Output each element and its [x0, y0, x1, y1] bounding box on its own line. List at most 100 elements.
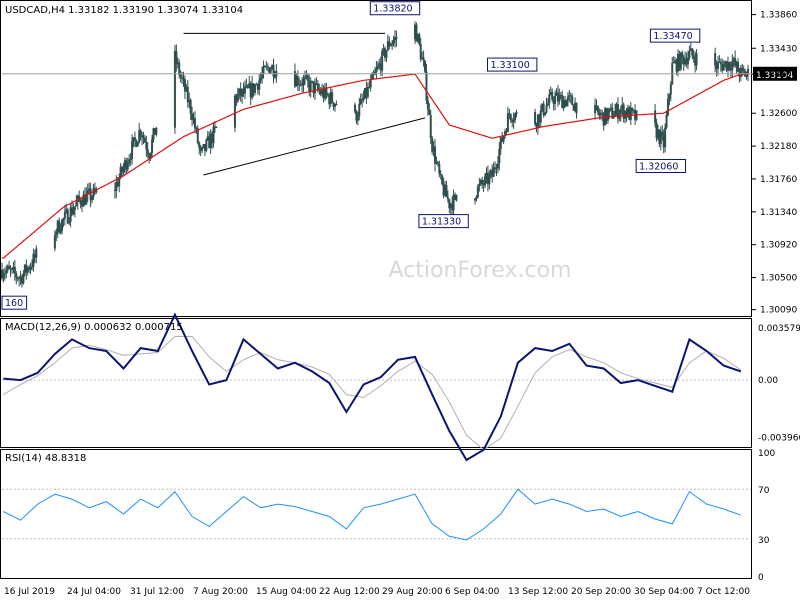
chart-canvas: ActionForex.com 1.33820 1.31330 1.33100 1.3…	[0, 0, 800, 597]
candle-body	[428, 109, 431, 115]
candle-body	[475, 196, 478, 199]
rsi-tick-label: 30	[758, 536, 770, 546]
candle-body	[79, 199, 82, 205]
candle-body	[534, 111, 537, 125]
candle	[205, 138, 208, 153]
candle-body	[131, 141, 134, 160]
candle-body	[2, 274, 5, 279]
candle-body	[672, 62, 675, 64]
price-tick-label: 1.30090	[760, 306, 797, 316]
candle-body	[668, 94, 671, 99]
candle-body	[731, 61, 734, 71]
candle-body	[205, 139, 208, 151]
candle-body	[179, 74, 182, 77]
price-tick-label: 1.30920	[760, 241, 797, 251]
candle-body	[422, 57, 425, 61]
rsi-pane	[0, 449, 752, 579]
candle-body	[243, 86, 246, 94]
candle-body	[688, 50, 691, 58]
candle-body	[178, 62, 181, 75]
candle-body	[496, 163, 499, 169]
candle-body	[136, 142, 139, 147]
candle-body	[669, 84, 672, 95]
candle-body	[68, 221, 71, 224]
price-annotation-label: 1.32060	[639, 161, 678, 172]
candle-body	[258, 80, 261, 90]
candle-body	[446, 197, 449, 200]
candle-body	[261, 74, 264, 78]
candle-body	[391, 43, 394, 46]
candle-body	[151, 139, 154, 153]
candle-body	[145, 142, 148, 150]
candle-body	[666, 98, 669, 115]
candle-body	[296, 76, 299, 85]
candle	[424, 60, 427, 73]
macd-tick-label: 0.00	[758, 376, 778, 386]
chart-root: ActionForex.com 1.33820 1.31330 1.33100 1.3…	[0, 0, 800, 600]
candle-body	[614, 110, 617, 117]
candle-body	[215, 127, 218, 129]
price-annotation: 160	[1, 295, 28, 310]
candle-body	[22, 273, 25, 284]
candle-body	[381, 50, 384, 71]
watermark: ActionForex.com	[389, 258, 572, 283]
x-tick-label: 24 Jul 04:00	[67, 587, 121, 597]
candle-body	[686, 57, 689, 65]
price-tick-label: 1.32600	[760, 109, 797, 119]
candle-body	[498, 148, 501, 164]
candle-body	[146, 149, 149, 155]
candle-body	[15, 273, 18, 278]
candle	[66, 207, 69, 224]
candle-body	[476, 186, 479, 197]
candle-body	[143, 138, 146, 143]
candle-body	[262, 66, 265, 75]
candle-body	[714, 53, 717, 66]
candle-body	[512, 119, 515, 122]
candle-body	[331, 92, 334, 103]
candle-body	[313, 83, 316, 94]
candle-body	[478, 183, 481, 187]
candle-body	[439, 173, 442, 176]
candle-body	[481, 180, 484, 185]
candle-body	[61, 219, 64, 231]
candle-body	[72, 210, 75, 215]
candle-body	[596, 106, 599, 113]
price-tick-label: 1.31760	[760, 175, 797, 185]
candle-body	[419, 43, 422, 60]
x-tick-label: 6 Sep 04:00	[445, 587, 500, 597]
candle-body	[11, 268, 14, 270]
candle-body	[691, 48, 694, 56]
candle-body	[8, 266, 11, 269]
price-tick-label: 1.33100	[760, 70, 797, 80]
candle-body	[509, 114, 512, 120]
candle-body	[376, 65, 379, 69]
candle-body	[455, 194, 458, 201]
x-tick-label: 13 Sep 12:00	[508, 587, 568, 597]
candle-body	[565, 100, 568, 107]
candle-body	[122, 167, 125, 173]
macd-title: MACD(12,26,9) 0.000632 0.000715	[5, 322, 183, 333]
price-pane	[0, 0, 752, 317]
price-tick-label: 1.33860	[760, 11, 797, 21]
candle	[455, 194, 458, 202]
price-annotation: 1.32060	[635, 158, 687, 173]
candle-body	[736, 62, 739, 72]
price-tick-label: 1.32180	[760, 142, 797, 152]
x-tick-label: 31 Jul 12:00	[130, 587, 184, 597]
candle-body	[58, 220, 61, 233]
candle-body	[306, 75, 309, 81]
candle-body	[385, 50, 388, 58]
candle-body	[128, 159, 131, 164]
candle-body	[575, 102, 578, 114]
price-tick-label: 1.31340	[760, 208, 797, 218]
x-tick-label: 16 Jul 2019	[4, 587, 55, 597]
candle	[565, 99, 568, 107]
candle-body	[335, 104, 338, 106]
candle-body	[551, 91, 554, 100]
candle	[136, 141, 139, 147]
candle-body	[13, 267, 16, 274]
candle-body	[539, 110, 542, 123]
candle-body	[474, 198, 477, 201]
candle-body	[175, 51, 178, 65]
candle-body	[395, 37, 398, 40]
